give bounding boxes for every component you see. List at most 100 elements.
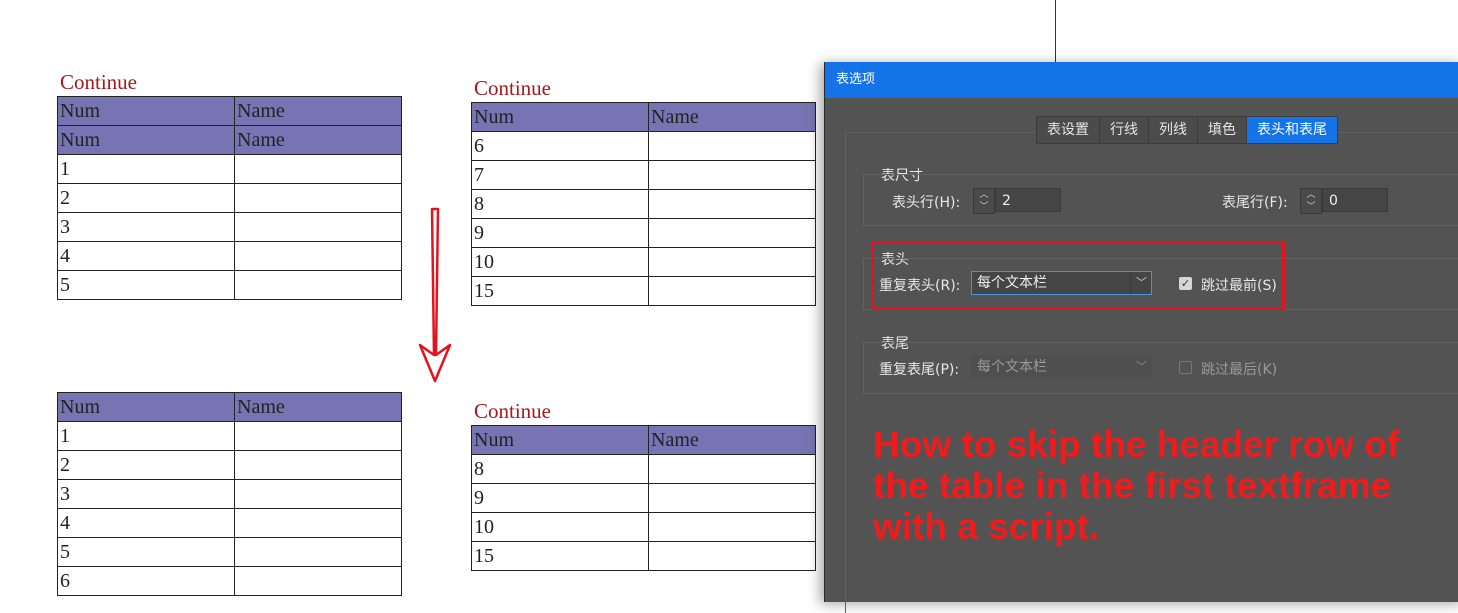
chevron-down-icon: ﹀ — [1136, 360, 1147, 373]
frame-edge-line — [1055, 0, 1056, 62]
tab-0[interactable]: 表设置 — [1037, 117, 1100, 143]
cell-name — [648, 160, 816, 190]
cell-name — [234, 183, 402, 213]
table-4: Num Name 8 9 10 15 — [471, 425, 816, 571]
table-row: 9 — [471, 483, 816, 513]
table-row: 1 — [57, 154, 402, 184]
table-row: 7 — [471, 160, 816, 190]
tab-1[interactable]: 行线 — [1100, 117, 1149, 143]
table-header-row: Num Name — [471, 425, 816, 455]
footer-rows-spinner-icon[interactable]: ︿ ﹀ — [1300, 188, 1322, 214]
cell-num: 2 — [57, 450, 235, 480]
table-2: Num Name 6 7 8 9 10 15 — [471, 102, 816, 306]
table-row: 15 — [471, 276, 816, 306]
repeat-footer-value: 每个文本栏 — [977, 359, 1047, 375]
table-row: 8 — [471, 454, 816, 484]
cell-name — [648, 131, 816, 161]
footer-rows-input[interactable]: 0 — [1322, 188, 1388, 212]
cell-num: 3 — [57, 479, 235, 509]
cell-num: Num — [57, 392, 235, 422]
table-row: 1 — [57, 421, 402, 451]
table-header-row: Num Name — [57, 125, 402, 155]
cell-num: 10 — [471, 512, 649, 542]
annotation-text: How to skip the header row of the table … — [873, 424, 1400, 547]
cell-name — [234, 241, 402, 271]
cell-name — [234, 421, 402, 451]
cell-num: 4 — [57, 508, 235, 538]
cell-name — [234, 270, 402, 300]
cell-num: 2 — [57, 183, 235, 213]
cell-num: 15 — [471, 276, 649, 306]
cell-name: Name — [234, 125, 402, 155]
header-rows-label: 表头行(H): — [892, 195, 961, 211]
skip-last-checkbox[interactable] — [1179, 361, 1192, 374]
cell-name — [648, 454, 816, 484]
cell-num: 9 — [471, 218, 649, 248]
table-header-row: Num Name — [57, 96, 402, 126]
table-row: 5 — [57, 270, 402, 300]
table-header-row: Num Name — [57, 392, 402, 422]
cell-num: 1 — [57, 154, 235, 184]
header-rows-input[interactable]: 2 — [995, 188, 1061, 212]
cell-name — [648, 541, 816, 571]
cell-num: 8 — [471, 189, 649, 219]
cell-name — [234, 537, 402, 567]
table-header-row: Num Name — [471, 102, 816, 132]
dialog-title: 表选项 — [825, 62, 1458, 98]
table2-caption: Continue — [474, 76, 551, 100]
cell-num: 3 — [57, 212, 235, 242]
table-row: 2 — [57, 450, 402, 480]
cell-name — [234, 212, 402, 242]
cell-name — [234, 566, 402, 596]
dialog-tabs: 表设置 行线 列线 填色 表头和表尾 — [1036, 116, 1338, 144]
cell-name: Name — [648, 425, 816, 455]
cell-name: Name — [234, 96, 402, 126]
cell-name — [648, 189, 816, 219]
cell-num: 10 — [471, 247, 649, 277]
table-row: 3 — [57, 212, 402, 242]
table1-caption: Continue — [60, 70, 137, 94]
cell-num: Num — [57, 96, 235, 126]
cell-name — [648, 276, 816, 306]
cell-num: 5 — [57, 270, 235, 300]
tab-4[interactable]: 表头和表尾 — [1247, 117, 1337, 143]
table-row: 3 — [57, 479, 402, 509]
table-row: 6 — [471, 131, 816, 161]
cell-num: 6 — [57, 566, 235, 596]
cell-num: 4 — [57, 241, 235, 271]
highlight-box — [871, 241, 1285, 310]
cell-name — [648, 512, 816, 542]
tab-3[interactable]: 填色 — [1198, 117, 1247, 143]
table-row: 4 — [57, 241, 402, 271]
cell-num: 8 — [471, 454, 649, 484]
table4-caption: Continue — [474, 399, 551, 423]
tab-2[interactable]: 列线 — [1149, 117, 1198, 143]
header-rows-spinner-icon[interactable]: ︿ ﹀ — [973, 188, 995, 214]
cell-num: 5 — [57, 537, 235, 567]
cell-name — [234, 479, 402, 509]
table-row: 2 — [57, 183, 402, 213]
table-row: 9 — [471, 218, 816, 248]
skip-last-label: 跳过最后(K) — [1201, 362, 1278, 378]
table-options-dialog: 表选项 表设置 行线 列线 填色 表头和表尾 表尺寸 表头行(H): ︿ ﹀ 2 表尾行(… — [824, 62, 1458, 613]
cell-name: Name — [648, 102, 816, 132]
cell-num: 1 — [57, 421, 235, 451]
table-row: 8 — [471, 189, 816, 219]
cell-num: Num — [57, 125, 235, 155]
cell-name — [234, 450, 402, 480]
cell-num: 9 — [471, 483, 649, 513]
cell-name — [648, 247, 816, 277]
cell-num: Num — [471, 102, 649, 132]
cell-name — [234, 154, 402, 184]
table-row: 5 — [57, 537, 402, 567]
cell-name: Name — [234, 392, 402, 422]
cell-name — [648, 483, 816, 513]
repeat-footer-select[interactable]: 每个文本栏 ﹀ — [971, 355, 1152, 379]
cell-num: 6 — [471, 131, 649, 161]
cell-name — [648, 218, 816, 248]
table-3: Num Name 1 2 3 4 5 6 — [57, 392, 402, 596]
table-row: 10 — [471, 247, 816, 277]
footer-rows-label: 表尾行(F): — [1222, 195, 1288, 211]
down-arrow-icon — [418, 207, 452, 383]
repeat-footer-label: 重复表尾(P): — [879, 362, 960, 378]
